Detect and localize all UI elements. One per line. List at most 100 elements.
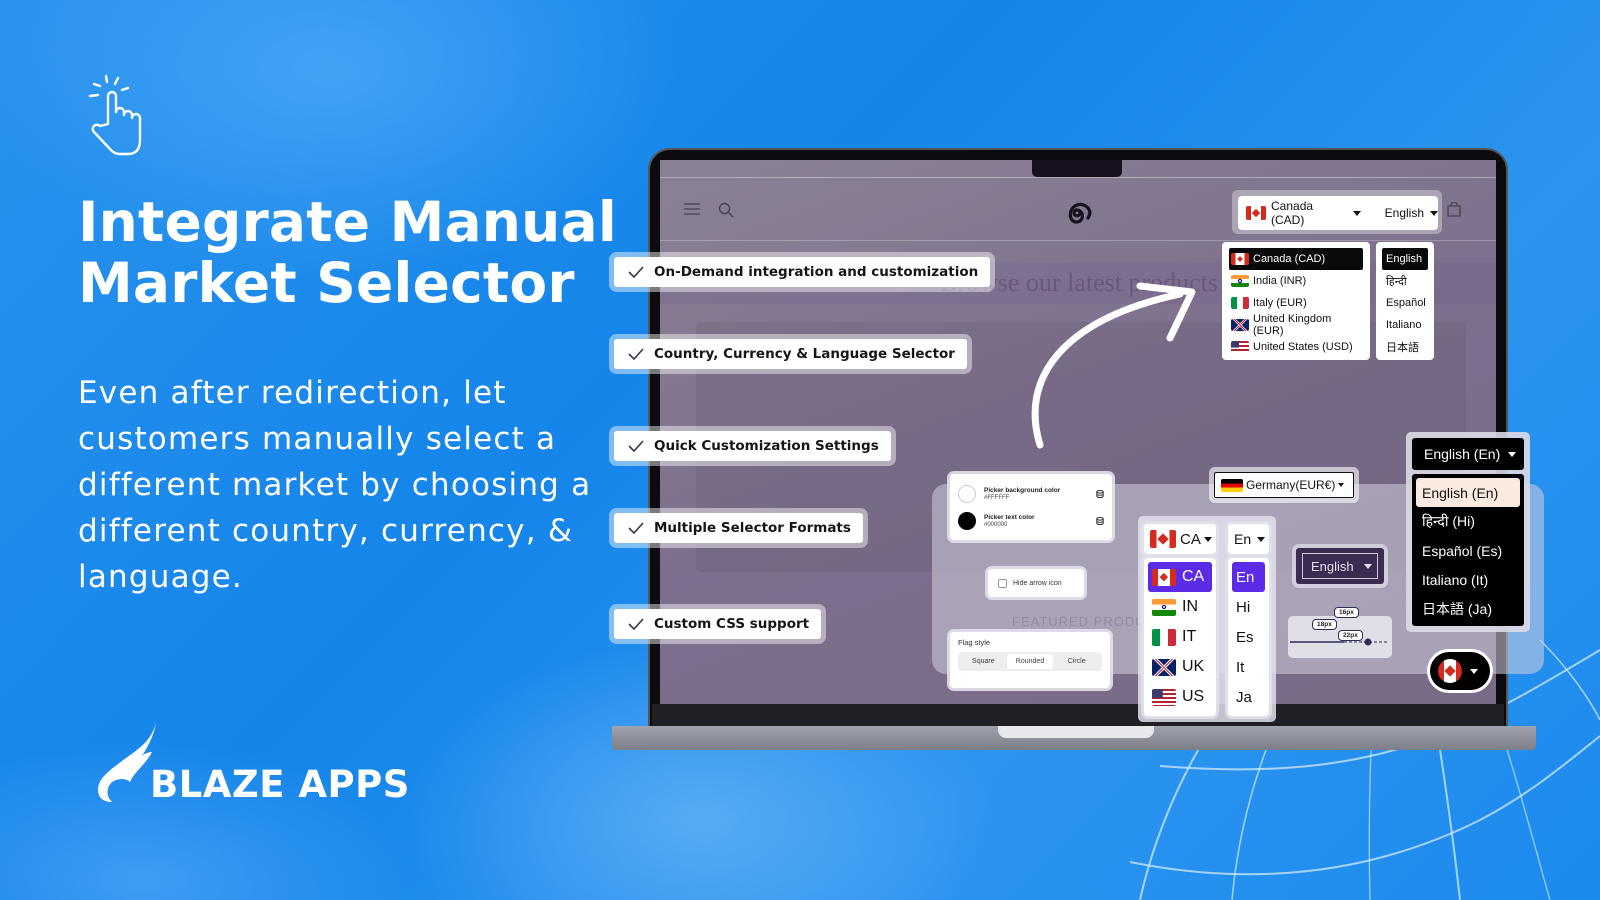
store-logo-icon[interactable]	[1056, 196, 1096, 230]
feature-label: Country, Currency & Language Selector	[654, 346, 955, 362]
dark-language-selector[interactable]: English (En)	[1412, 438, 1524, 470]
picker-text-color-row[interactable]: Picker text color #000000	[958, 507, 1104, 534]
short-language-option[interactable]: It	[1232, 652, 1265, 682]
country-option-label: United States (USD)	[1253, 341, 1353, 353]
feature-label: Multiple Selector Formats	[654, 520, 851, 536]
short-language-list: En Hi Es It Ja	[1228, 558, 1269, 716]
feature-item: Country, Currency & Language Selector	[614, 339, 967, 369]
laptop-trackpad-notch	[998, 726, 1154, 738]
country-select-value[interactable]: Canada (CAD)	[1271, 199, 1344, 227]
flag-ca-icon	[1231, 253, 1249, 265]
short-country-option[interactable]: IN	[1148, 592, 1212, 622]
color-swatch[interactable]	[958, 484, 976, 503]
short-country-option[interactable]: CA	[1148, 562, 1212, 592]
short-country-value: CA	[1180, 530, 1201, 548]
short-language-value: En	[1234, 531, 1252, 547]
flag-style-option[interactable]: Circle	[1053, 654, 1100, 669]
hide-arrow-label: Hide arrow icon	[1013, 579, 1062, 587]
brand-logo: BLAZE APPS	[96, 720, 410, 806]
flag-style-option[interactable]: Rounded	[1006, 654, 1054, 669]
short-country-code: IN	[1182, 598, 1198, 615]
flag-in-icon	[1152, 598, 1176, 616]
chevron-down-icon	[1363, 563, 1372, 569]
brand-name: BLAZE APPS	[150, 763, 410, 806]
chevron-down-icon	[1203, 536, 1212, 542]
checkbox[interactable]	[998, 578, 1007, 588]
short-language-option[interactable]: Ja	[1232, 682, 1265, 712]
font-size-slider[interactable]: 16px 18px 22px	[1288, 607, 1392, 658]
cart-icon[interactable]	[1446, 202, 1462, 218]
picker-bg-label: Picker background color	[984, 486, 1061, 494]
dark-language-option[interactable]: English (En)	[1416, 478, 1520, 507]
feature-label: Custom CSS support	[654, 616, 810, 632]
country-dropdown: Canada (CAD) India (INR) Italy (EUR) United…	[1222, 242, 1370, 360]
menu-icon[interactable]	[684, 203, 700, 215]
flag-it-icon	[1152, 628, 1176, 646]
language-option[interactable]: Italiano	[1382, 314, 1428, 336]
language-option-label: हिन्दी	[1386, 275, 1407, 288]
country-option-label: Italy (EUR)	[1253, 297, 1307, 309]
dark-language-option[interactable]: Italiano (It)	[1416, 565, 1520, 594]
short-country-code: US	[1182, 688, 1205, 705]
size-label: 18px	[1312, 619, 1337, 630]
database-icon[interactable]	[1096, 489, 1104, 498]
feature-label: On-Demand integration and customization	[654, 264, 979, 280]
short-country-option[interactable]: US	[1148, 682, 1212, 712]
dark-language-list: English (En) हिन्दी (Hi) Español (Es) Itali…	[1412, 474, 1524, 626]
language-option[interactable]: English	[1382, 248, 1428, 270]
flag-us-icon	[1231, 341, 1249, 353]
country-option[interactable]: Italy (EUR)	[1229, 292, 1363, 314]
flag-in-icon	[1231, 275, 1249, 287]
checkmark-icon	[628, 522, 644, 534]
short-country-list: CA IN IT UK US	[1144, 558, 1216, 716]
flag-canada-icon	[1246, 206, 1266, 220]
checkmark-icon	[628, 266, 644, 278]
language-option[interactable]: हिन्दी	[1382, 270, 1428, 292]
country-option[interactable]: United Kingdom (EUR)	[1229, 313, 1363, 337]
dark-language-option[interactable]: Español (Es)	[1416, 536, 1520, 565]
search-icon[interactable]	[718, 202, 734, 218]
round-flag-selector[interactable]	[1430, 652, 1490, 690]
dark-language-value: English (En)	[1424, 446, 1501, 462]
short-country-code: UK	[1182, 658, 1205, 675]
language-option[interactable]: 日本語	[1382, 336, 1428, 358]
short-country-code: CA	[1182, 568, 1205, 585]
size-label: 22px	[1338, 630, 1363, 641]
short-language-selector[interactable]: En	[1228, 524, 1269, 554]
header-market-selector[interactable]: Canada (CAD) English	[1238, 196, 1438, 230]
color-swatch[interactable]	[958, 511, 976, 530]
short-country-option[interactable]: UK	[1148, 652, 1212, 682]
laptop-chin	[652, 704, 1504, 728]
color-settings-card: Picker background color #FFFFFF Picker te…	[950, 474, 1112, 540]
dark-language-option[interactable]: हिन्दी (Hi)	[1416, 507, 1520, 536]
chevron-down-icon	[1508, 451, 1517, 457]
short-country-selector[interactable]: CA	[1144, 524, 1216, 554]
language-select-value[interactable]: English	[1385, 206, 1424, 220]
database-icon[interactable]	[1096, 516, 1104, 525]
checkmark-icon	[628, 618, 644, 630]
language-option-label: Español	[1386, 297, 1426, 309]
flag-style-option[interactable]: Square	[960, 654, 1007, 669]
flag-style-card: Flag style Square Rounded Circle	[950, 632, 1110, 688]
slider-handle	[1364, 638, 1372, 646]
chevron-down-icon	[1257, 536, 1266, 542]
language-option[interactable]: Español	[1382, 292, 1428, 314]
short-country-option[interactable]: IT	[1148, 622, 1212, 652]
short-language-option[interactable]: Hi	[1232, 592, 1265, 622]
country-option[interactable]: India (INR)	[1229, 270, 1363, 292]
hide-arrow-toggle[interactable]: Hide arrow icon	[988, 569, 1084, 597]
flag-style-segmented-control: Square Rounded Circle	[958, 652, 1102, 671]
dark-english-value: English	[1311, 558, 1354, 574]
country-option[interactable]: Canada (CAD)	[1229, 248, 1363, 270]
dark-language-option[interactable]: 日本語 (Ja)	[1416, 594, 1520, 623]
dark-english-selector[interactable]: English	[1302, 553, 1378, 579]
chevron-down-icon	[1352, 210, 1361, 216]
flag-germany-icon	[1221, 478, 1243, 492]
feature-item: Custom CSS support	[614, 609, 822, 639]
short-language-option[interactable]: Es	[1232, 622, 1265, 652]
picker-bg-color-row[interactable]: Picker background color #FFFFFF	[958, 480, 1104, 507]
language-option-label: Italiano	[1386, 319, 1422, 331]
country-option[interactable]: United States (USD)	[1229, 336, 1363, 358]
germany-selector[interactable]: Germany(EUR€)	[1214, 472, 1354, 498]
short-language-option[interactable]: En	[1232, 562, 1265, 592]
